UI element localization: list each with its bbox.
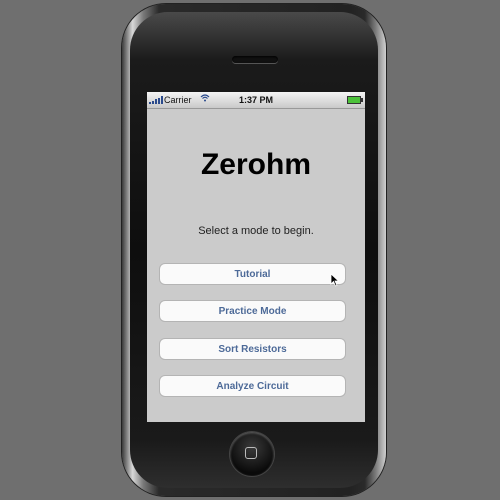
phone-screen: Carrier 1:37 PM Zerohm Select a mode to … xyxy=(147,92,365,422)
practice-mode-button[interactable]: Practice Mode xyxy=(159,300,346,322)
sort-resistors-button[interactable]: Sort Resistors xyxy=(159,338,346,360)
tutorial-button[interactable]: Tutorial xyxy=(159,263,346,285)
iphone-device: Carrier 1:37 PM Zerohm Select a mode to … xyxy=(122,4,386,496)
status-bar: Carrier 1:37 PM xyxy=(147,92,365,109)
home-button[interactable] xyxy=(230,432,274,476)
mode-prompt: Select a mode to begin. xyxy=(198,225,314,237)
battery-icon xyxy=(347,96,363,104)
mouse-cursor-icon xyxy=(330,273,340,287)
analyze-circuit-button[interactable]: Analyze Circuit xyxy=(159,375,346,397)
home-square-icon xyxy=(245,447,257,459)
status-time: 1:37 PM xyxy=(238,95,273,105)
earpiece-speaker xyxy=(232,56,278,63)
app-title: Zerohm xyxy=(200,148,311,181)
